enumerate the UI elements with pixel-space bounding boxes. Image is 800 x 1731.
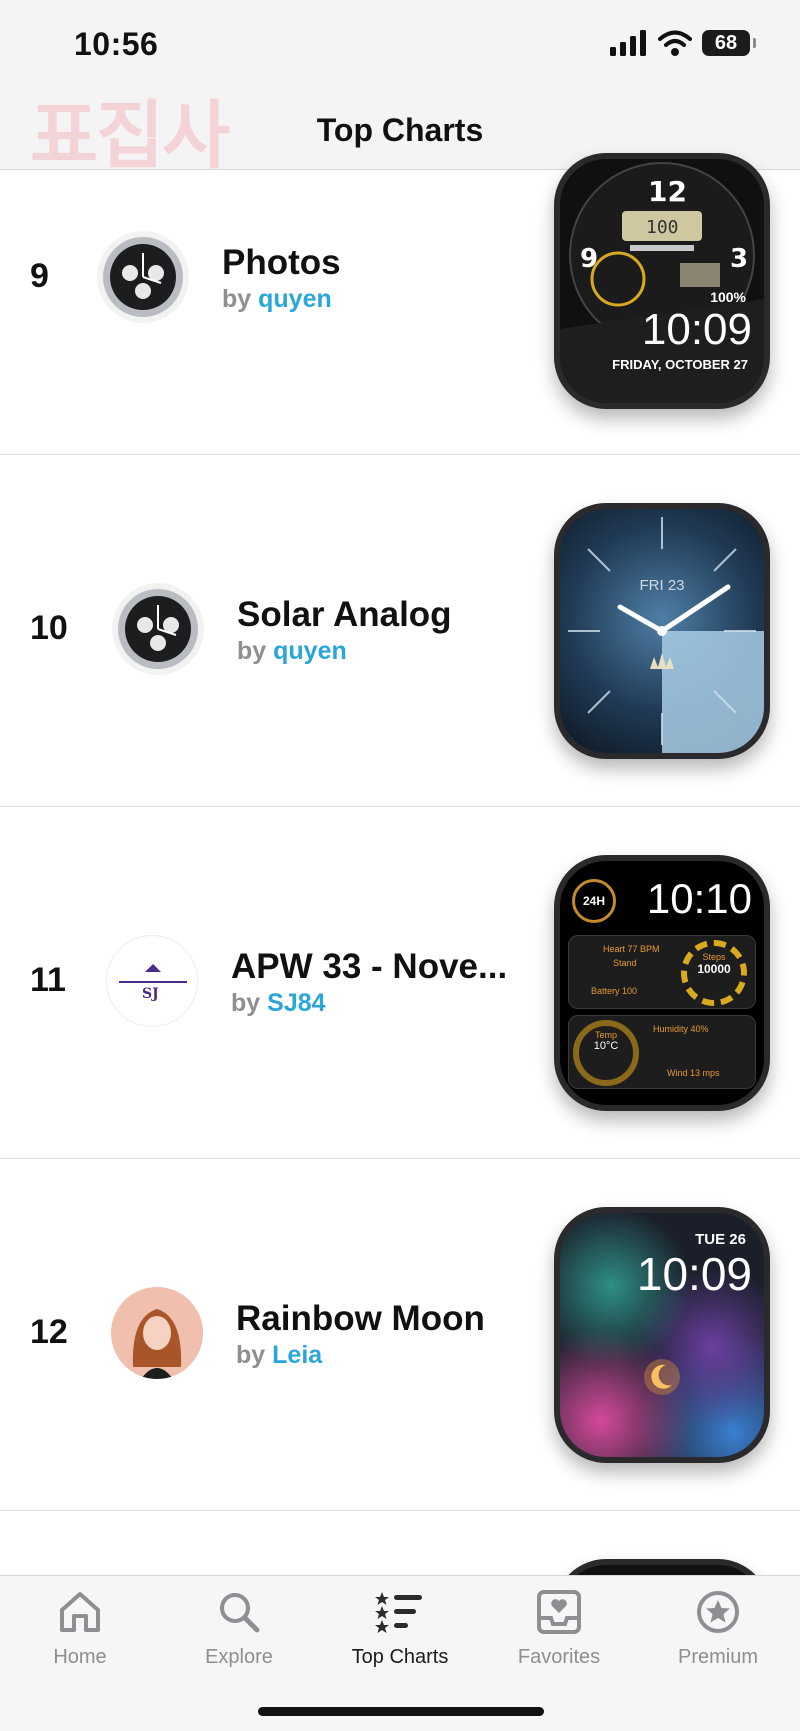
watchface-preview[interactable]: TUE 26 10:09 [554, 1207, 770, 1463]
author-link[interactable]: SJ84 [267, 989, 325, 1017]
tab-bar: Home Explore Top Charts Favorites Premiu… [0, 1575, 800, 1731]
watchface-title: Rainbow Moon [236, 1299, 485, 1338]
author-byline: by quyen [237, 637, 347, 666]
watch-screen: 24H 10:10 Heart 77 BPM Stand Battery 100… [560, 861, 764, 1105]
top-charts-list: 9 Photos by quyen 12 9 3 100 100% 10:09 … [0, 153, 800, 1679]
svg-text:12: 12 [648, 175, 687, 208]
watchface-preview[interactable]: 12 9 3 100 100% 10:09 FRIDAY, OCTOBER 27 [554, 153, 770, 409]
preview-date: TUE 26 [695, 1231, 746, 1248]
author-byline: by SJ84 [231, 989, 326, 1018]
heart-inbox-icon [537, 1590, 581, 1634]
list-item[interactable]: 9 Photos by quyen 12 9 3 100 100% 10:09 … [0, 153, 800, 455]
preview-date: FRI 23 [639, 577, 685, 594]
cellular-signal-icon [610, 30, 646, 56]
steps-value: 10000 [697, 962, 731, 976]
list-item[interactable]: 11 SJ APW 33 - Nove... by SJ84 24H 10:10… [0, 807, 800, 1159]
wind-readout: Wind 13 mps [667, 1068, 720, 1078]
tab-home[interactable]: Home [10, 1586, 150, 1669]
watchface-preview[interactable]: 24H 10:10 Heart 77 BPM Stand Battery 100… [554, 855, 770, 1111]
author-link[interactable]: quyen [273, 637, 347, 665]
ranked-list-icon [375, 1592, 422, 1633]
star-circle-icon [697, 1591, 739, 1633]
tab-label: Home [53, 1646, 107, 1668]
preview-time: 10:10 [646, 875, 752, 922]
svg-text:3: 3 [730, 244, 748, 274]
tab-premium[interactable]: Premium [648, 1586, 788, 1669]
crescent-moon-icon [644, 1359, 680, 1395]
preview-top-value: 100 [646, 217, 679, 238]
watchface-title: Photos [222, 243, 341, 282]
watchface-title: APW 33 - Nove... [231, 947, 508, 986]
list-item[interactable]: 10 Solar Analog by quyen FRI 23 [0, 455, 800, 807]
chronograph-watch-avatar-icon [97, 231, 189, 323]
tab-label: Top Charts [351, 1646, 449, 1668]
svg-text:9: 9 [580, 244, 598, 274]
tab-favorites[interactable]: Favorites [489, 1586, 629, 1669]
list-item[interactable]: 12 Rainbow Moon by Leia TUE 26 10:09 [0, 1159, 800, 1511]
badge-text: 24H [582, 894, 605, 908]
tab-label: Favorites [517, 1646, 601, 1668]
rank-number: 12 [30, 1313, 68, 1351]
preview-date: FRIDAY, OCTOBER 27 [612, 357, 748, 372]
tab-top-charts[interactable]: Top Charts [330, 1586, 470, 1669]
by-label: by [222, 285, 252, 313]
author-byline: by quyen [222, 285, 332, 314]
magnifier-icon [220, 1593, 260, 1633]
watchface-title: Solar Analog [237, 595, 452, 634]
health-panel: Heart 77 BPM Stand Battery 100 Steps 100… [568, 935, 756, 1009]
battery-readout: Battery 100 [591, 986, 638, 996]
status-time: 10:56 [74, 26, 159, 62]
status-icons: 68 [610, 30, 756, 56]
home-indicator [258, 1707, 544, 1716]
preview-24h-badge: 24H [572, 879, 616, 923]
stand-label: Stand [613, 958, 637, 968]
temp-value: 10°C [593, 1040, 619, 1052]
preview-time: 10:09 [636, 1248, 752, 1300]
battery-indicator: 68 [702, 30, 756, 56]
svg-text:SJ: SJ [142, 986, 159, 1002]
rank-number: 10 [30, 609, 68, 647]
battery-level: 68 [714, 31, 738, 54]
weather-panel: Temp 10°C Humidity 40% Wind 13 mps [568, 1015, 756, 1089]
rank-number: 11 [30, 961, 66, 999]
tab-label: Premium [677, 1646, 758, 1668]
steps-ring: Steps 10000 [681, 940, 747, 1006]
tab-explore[interactable]: Explore [169, 1586, 309, 1669]
author-link[interactable]: quyen [258, 285, 332, 313]
girl-avatar-icon [111, 1287, 203, 1379]
wifi-icon [658, 30, 692, 56]
page-title: Top Charts [316, 112, 484, 148]
preview-time: 10:09 [641, 305, 752, 354]
tab-label: Explore [205, 1646, 273, 1668]
house-icon [60, 1592, 100, 1632]
heart-readout: Heart 77 BPM [603, 944, 660, 954]
preview-percent: 100% [710, 289, 746, 305]
sj-logo-avatar-icon: SJ [106, 935, 198, 1027]
steps-label: Steps [702, 952, 726, 962]
temp-label: Temp [594, 1030, 617, 1040]
author-byline: by Leia [236, 1341, 322, 1370]
watch-screen: TUE 26 10:09 [560, 1213, 764, 1457]
humidity-readout: Humidity 40% [653, 1024, 709, 1034]
by-label: by [231, 989, 261, 1017]
temp-ring: Temp 10°C [573, 1020, 639, 1086]
rank-number: 9 [30, 257, 49, 295]
watch-screen: FRI 23 [560, 509, 764, 753]
watchface-preview[interactable]: FRI 23 [554, 503, 770, 759]
watch-screen: 12 9 3 100 100% 10:09 FRIDAY, OCTOBER 27 [560, 159, 764, 403]
author-link[interactable]: Leia [272, 1341, 322, 1369]
chronograph-watch-avatar-icon [112, 583, 204, 675]
by-label: by [236, 1341, 266, 1369]
by-label: by [237, 637, 267, 665]
